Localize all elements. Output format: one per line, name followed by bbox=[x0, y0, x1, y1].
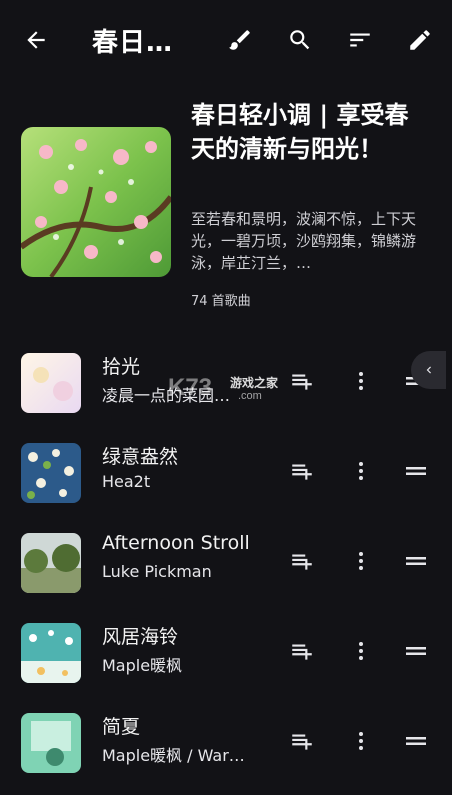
drag-handle-icon[interactable] bbox=[398, 543, 434, 579]
song-title: 简夏 bbox=[102, 716, 141, 738]
drag-handle-icon[interactable] bbox=[398, 633, 434, 669]
brush-icon[interactable] bbox=[220, 20, 260, 60]
more-options-icon[interactable] bbox=[343, 723, 379, 759]
add-to-queue-icon[interactable] bbox=[284, 543, 320, 579]
song-row[interactable]: Afternoon Stroll Luke Pickman bbox=[0, 525, 452, 615]
more-options-icon[interactable] bbox=[343, 363, 379, 399]
song-thumbnail bbox=[21, 353, 81, 413]
playlist-header: 春日轻小调 | 享受春天的清新与阳光！ 至若春和景明，波澜不惊，上下天光，一碧万… bbox=[0, 82, 452, 322]
sort-icon[interactable] bbox=[340, 20, 380, 60]
song-artist: 凌晨一点的菜园… bbox=[102, 386, 231, 405]
playlist-description[interactable]: 至若春和景明，波澜不惊，上下天光，一碧万顷，沙鸥翔集，锦鳞游泳，岸芷汀兰，… bbox=[191, 208, 431, 274]
playlist-title: 春日轻小调 | 享受春天的清新与阳光！ bbox=[191, 101, 409, 163]
add-to-queue-icon[interactable] bbox=[284, 453, 320, 489]
add-to-queue-icon[interactable] bbox=[284, 723, 320, 759]
song-artist: Maple暖枫 / War… bbox=[102, 746, 245, 765]
search-icon[interactable] bbox=[280, 20, 320, 60]
song-row[interactable]: 简夏 Maple暖枫 / War… bbox=[0, 705, 452, 795]
page-title: 春日… bbox=[92, 28, 174, 58]
song-title: Afternoon Stroll bbox=[102, 532, 250, 554]
song-count: 74 首歌曲 bbox=[191, 294, 251, 309]
song-artist: Hea2t bbox=[102, 472, 151, 491]
song-row[interactable]: 拾光 凌晨一点的菜园… bbox=[0, 345, 452, 435]
song-thumbnail bbox=[21, 533, 81, 593]
chevron-left-icon bbox=[426, 366, 431, 374]
song-row[interactable]: 风居海铃 Maple暖枫 bbox=[0, 615, 452, 705]
more-options-icon[interactable] bbox=[343, 453, 379, 489]
side-panel-toggle[interactable] bbox=[411, 351, 446, 389]
song-title: 绿意盎然 bbox=[102, 446, 179, 468]
drag-handle-icon[interactable] bbox=[398, 723, 434, 759]
more-options-icon[interactable] bbox=[343, 633, 379, 669]
song-row[interactable]: 绿意盎然 Hea2t bbox=[0, 435, 452, 525]
song-title: 拾光 bbox=[102, 356, 141, 378]
add-to-queue-icon[interactable] bbox=[284, 363, 320, 399]
song-artist: Luke Pickman bbox=[102, 562, 212, 581]
song-thumbnail bbox=[21, 713, 81, 773]
drag-handle-icon[interactable] bbox=[398, 453, 434, 489]
song-thumbnail bbox=[21, 623, 81, 683]
playlist-cover-image[interactable] bbox=[21, 127, 171, 277]
song-artist: Maple暖枫 bbox=[102, 656, 183, 675]
back-arrow-icon[interactable] bbox=[16, 20, 56, 60]
more-options-icon[interactable] bbox=[343, 543, 379, 579]
add-to-queue-icon[interactable] bbox=[284, 633, 320, 669]
song-thumbnail bbox=[21, 443, 81, 503]
edit-pencil-icon[interactable] bbox=[400, 20, 440, 60]
song-title: 风居海铃 bbox=[102, 626, 179, 648]
top-app-bar: 春日… bbox=[0, 0, 452, 80]
